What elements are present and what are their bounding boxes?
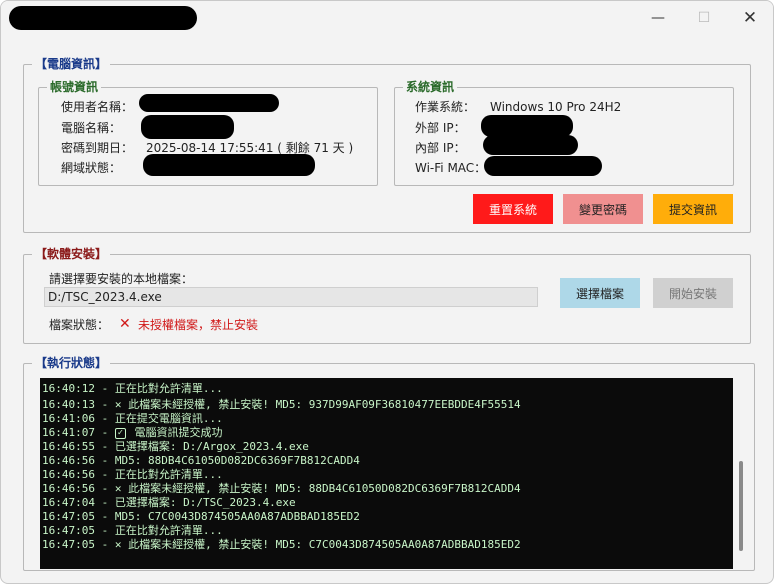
redacted-domain-status (143, 154, 315, 176)
file-status-value: 未授權檔案，禁止安裝 (138, 318, 259, 332)
expiry-label: 密碼到期日： (61, 141, 134, 155)
log-line: 16:40:12 - 正在比對允許清單... (42, 382, 223, 395)
log-line: 16:41:07 - ✓ 電腦資訊提交成功 (42, 426, 223, 439)
title-bar[interactable]: — ☐ ✕ (1, 1, 773, 37)
log-line: 16:40:13 - ✕ 此檔案未經授權, 禁止安裝! MD5: 937D99A… (42, 398, 521, 411)
reset-system-button[interactable]: 重置系統 (473, 194, 553, 224)
close-button[interactable]: ✕ (727, 1, 773, 35)
log-line: 16:47:05 - ✕ 此檔案未經授權, 禁止安裝! MD5: C7C0043… (42, 538, 521, 551)
redacted-window-title (9, 6, 197, 30)
redacted-external-ip (481, 115, 573, 137)
maximize-button[interactable]: ☐ (681, 1, 727, 35)
log-line: 16:47:04 - 已選擇檔案: D:/TSC_2023.4.exe (42, 496, 296, 509)
log-line: 16:46:56 - MD5: 88DB4C61050D082DC6369F7B… (42, 454, 360, 467)
account-info-title: 帳號資訊 (47, 79, 102, 95)
os-value: Windows 10 Pro 24H2 (490, 100, 622, 114)
log-line: 16:47:05 - MD5: C7C0043D874505AA0A87ADBB… (42, 510, 360, 523)
os-label: 作業系統： (415, 100, 476, 114)
start-install-button[interactable]: 開始安裝 (653, 278, 733, 308)
redacted-internal-ip (483, 135, 578, 155)
wifi-mac-label: Wi-Fi MAC： (415, 161, 487, 175)
execution-status-title: 【執行狀態】 (32, 355, 111, 371)
minimize-button[interactable]: — (635, 1, 681, 35)
redacted-username (139, 94, 279, 112)
redacted-wifi-mac (484, 156, 602, 176)
checkbox-icon: ✓ (114, 427, 126, 439)
software-install-title: 【軟體安裝】 (32, 246, 111, 262)
internal-ip-label: 內部 IP： (415, 141, 466, 155)
computer-name-label: 電腦名稱： (61, 121, 122, 135)
log-scrollbar[interactable] (739, 461, 743, 551)
log-line: 16:47:05 - 正在比對允許清單... (42, 524, 223, 537)
close-icon: ✕ (742, 8, 758, 28)
redacted-computer-name (141, 115, 234, 139)
change-password-button[interactable]: 變更密碼 (563, 194, 643, 224)
minimize-icon: — (651, 10, 665, 26)
system-info-title: 系統資訊 (403, 79, 458, 95)
file-prompt-label: 請選擇要安裝的本地檔案： (49, 272, 194, 286)
log-console[interactable]: 16:40:12 - 正在比對允許清單... 16:40:13 - ✕ 此檔案未… (40, 378, 733, 569)
domain-status-label: 網域狀態： (61, 161, 122, 175)
log-line: 16:46:56 - ✕ 此檔案未經授權, 禁止安裝! MD5: 88DB4C6… (42, 482, 521, 495)
choose-file-button[interactable]: 選擇檔案 (560, 278, 640, 308)
external-ip-label: 外部 IP： (415, 121, 466, 135)
maximize-icon: ☐ (697, 10, 711, 26)
file-status-label: 檔案狀態： (49, 318, 110, 332)
file-path-field[interactable] (44, 287, 538, 307)
app-window: — ☐ ✕ 【電腦資訊】 帳號資訊 使用者名稱： 電腦名稱： 密碼到期日： 20… (0, 0, 774, 584)
log-line: 16:41:06 - 正在提交電腦資訊... (42, 412, 223, 425)
computer-info-title: 【電腦資訊】 (32, 56, 111, 72)
log-line: 16:46:55 - 已選擇檔案: D:/Argox_2023.4.exe (42, 440, 309, 453)
log-line: 16:46:56 - 正在比對允許清單... (42, 468, 223, 481)
submit-info-button[interactable]: 提交資訊 (653, 194, 733, 224)
error-x-icon: ✕ (119, 316, 131, 332)
username-label: 使用者名稱： (61, 100, 134, 114)
